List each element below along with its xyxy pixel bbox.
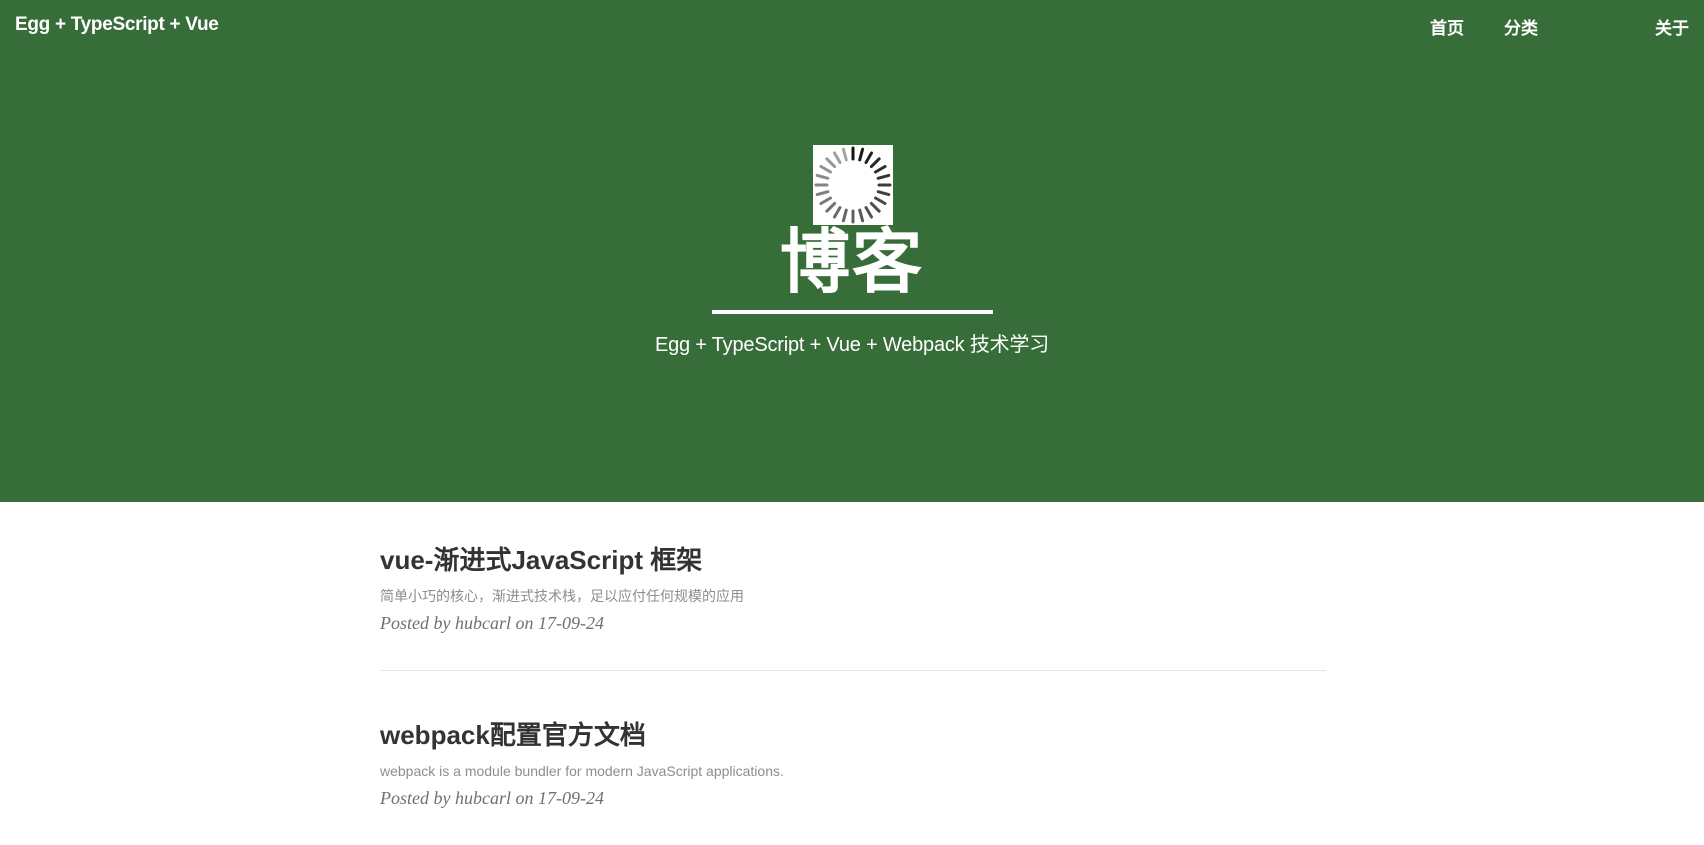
spinner-tick	[858, 147, 865, 162]
title-divider	[712, 310, 993, 314]
spinner-icon	[813, 145, 893, 225]
spinner-tick	[874, 165, 887, 174]
spinner-tick	[864, 151, 873, 164]
brand-link[interactable]: Egg + TypeScript + Vue	[15, 14, 219, 36]
spinner-tick	[864, 206, 873, 219]
spinner-tick	[833, 151, 842, 164]
spinner-tick	[841, 208, 848, 223]
post-title-link[interactable]: vue-渐进式JavaScript 框架	[380, 540, 1326, 580]
nav-link-home[interactable]: 首页	[1430, 14, 1464, 39]
nav-link-about[interactable]: 关于	[1655, 14, 1689, 39]
spinner-tick	[876, 190, 891, 197]
spinner-tick	[819, 165, 832, 174]
post-meta: Posted by hubcarl on 17-09-24	[380, 613, 604, 633]
post-item: vue-渐进式JavaScript 框架 简单小巧的核心，渐进式技术栈，足以应付…	[380, 540, 1326, 636]
post-summary: webpack is a module bundler for modern J…	[380, 763, 784, 779]
post-divider	[380, 670, 1326, 671]
post-meta: Posted by hubcarl on 17-09-24	[380, 788, 604, 808]
spinner-tick	[819, 196, 832, 205]
post-list: vue-渐进式JavaScript 框架 简单小巧的核心，渐进式技术栈，足以应付…	[380, 540, 1326, 811]
spinner-tick	[874, 196, 887, 205]
spinner-tick	[825, 157, 837, 169]
nav-link-category[interactable]: 分类	[1504, 14, 1538, 39]
spinner-tick	[841, 147, 848, 162]
spinner-tick	[815, 190, 830, 197]
spinner-tick	[858, 208, 865, 223]
spinner-tick	[876, 173, 891, 180]
spinner-tick	[833, 206, 842, 219]
site-header: Egg + TypeScript + Vue 首页 分类 关于 博客 Egg +…	[0, 0, 1704, 502]
spinner-tick	[815, 173, 830, 180]
spinner-tick	[825, 201, 837, 213]
post-summary: 简单小巧的核心，渐进式技术栈，足以应付任何规模的应用	[380, 588, 744, 604]
post-item: webpack配置官方文档 webpack is a module bundle…	[380, 715, 1326, 811]
post-title-link[interactable]: webpack配置官方文档	[380, 715, 1326, 755]
spinner-tick	[869, 157, 881, 169]
page-title: 博客	[780, 223, 924, 301]
spinner-tick	[869, 201, 881, 213]
page-subtitle: Egg + TypeScript + Vue + Webpack 技术学习	[654, 334, 1050, 356]
